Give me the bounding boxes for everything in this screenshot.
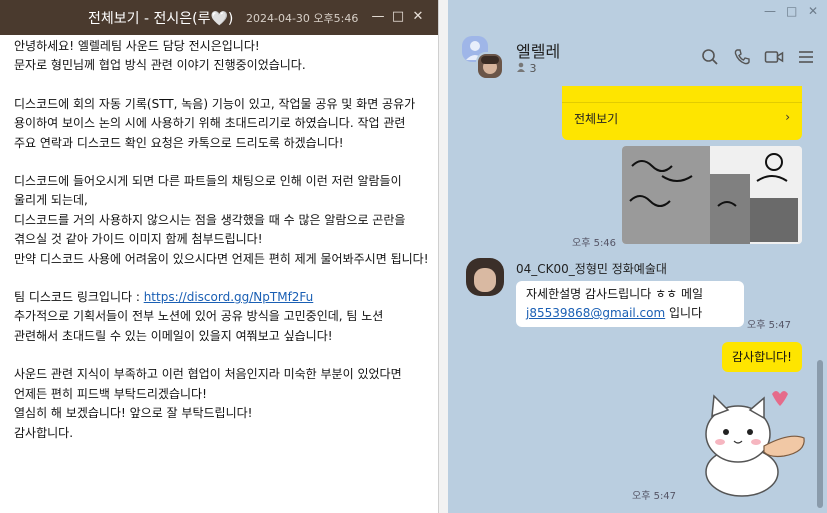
member-count-value: 3 — [529, 62, 537, 75]
chat-close-button[interactable]: ✕ — [808, 4, 818, 18]
avatar-member — [476, 52, 504, 80]
chat-window: — □ ✕ 엘렐레 3 전체보기 › 오후 5:46 04_CK00_정형민 정… — [448, 0, 827, 513]
window-divider — [438, 0, 448, 513]
view-all-button[interactable]: 전체보기 — [574, 110, 618, 127]
discord-link[interactable]: https://discord.gg/NpTMf2Fu — [144, 290, 314, 304]
chevron-right-icon: › — [785, 110, 790, 124]
paragraph-alarm-guide: 디스코드에 들어오시게 되면 다른 파트들의 채팅으로 인해 이런 저런 알람들… — [14, 174, 429, 266]
maximize-button[interactable]: □ — [390, 8, 406, 26]
search-icon[interactable] — [700, 48, 720, 68]
message-viewer-window: 전체보기 - 전시은(루🤍) 2024-04-30 오후5:46 — □ ✕ 안… — [0, 0, 438, 513]
title-bar[interactable]: 전체보기 - 전시은(루🤍) 2024-04-30 오후5:46 — □ ✕ — [0, 0, 438, 35]
image-attachment[interactable] — [622, 146, 802, 244]
room-avatar[interactable] — [462, 36, 506, 80]
long-message-card[interactable]: 전체보기 › — [562, 86, 802, 140]
message-body: 안녕하세요! 엘렐레팀 사운드 담당 전시은입니다! 문자로 형민님께 협업 방… — [14, 37, 430, 443]
email-link[interactable]: j85539868@gmail.com — [526, 306, 665, 320]
card-separator — [562, 102, 802, 103]
incoming-time: 오후 5:47 — [747, 320, 792, 331]
image-time: 오후 5:46 — [572, 238, 617, 249]
room-name: 엘렐레 — [516, 42, 561, 61]
link-prefix: 팀 디스코드 링크입니다 : — [14, 290, 144, 305]
chat-minimize-button[interactable]: — — [764, 4, 776, 18]
message-timestamp: 2024-04-30 오후5:46 — [246, 12, 359, 25]
minimize-button[interactable]: — — [370, 8, 386, 26]
phone-icon[interactable] — [732, 48, 752, 68]
guide-image-scribbles — [629, 153, 788, 207]
sender-name: 04_CK00_정형민 정화예술대 — [516, 262, 667, 276]
paragraph-discord-purpose: 디스코드에 회의 자동 기록(STT, 녹음) 기능이 있고, 작업물 공유 및… — [14, 96, 420, 150]
paragraph-link: 팀 디스코드 링크입니다 : https://discord.gg/NpTMf2… — [14, 288, 430, 307]
incoming-text: 자세한설명 감사드립니다 ㅎㅎ 메일 — [526, 287, 704, 301]
chat-header: 엘렐레 3 — [448, 30, 827, 86]
menu-icon[interactable] — [796, 48, 816, 68]
video-icon[interactable] — [764, 48, 784, 68]
person-icon — [517, 62, 525, 72]
paragraph-greeting: 안녕하세요! 엘렐레팀 사운드 담당 전시은입니다! 문자로 형민님께 협업 방… — [14, 39, 306, 73]
chat-maximize-button[interactable]: □ — [786, 4, 797, 18]
sender-avatar[interactable] — [466, 258, 504, 296]
paragraph-closing: 사운드 관련 지식이 부족하고 이런 협업이 처음인지라 미숙한 부분이 있었다… — [14, 367, 402, 440]
chat-title-bar[interactable]: — □ ✕ — [448, 0, 827, 30]
paragraph-notion: 추가적으로 기획서들이 전부 노션에 있어 공유 방식을 고민중인데, 팀 노션… — [14, 309, 388, 343]
outgoing-message[interactable]: 감사합니다! — [722, 342, 802, 372]
close-button[interactable]: ✕ — [410, 8, 426, 26]
incoming-text-end: 입니다 — [665, 306, 703, 320]
chat-scrollbar[interactable] — [817, 360, 823, 508]
incoming-message[interactable]: 자세한설명 감사드립니다 ㅎㅎ 메일 j85539868@gmail.com 입… — [516, 281, 744, 327]
sticker-time: 오후 5:47 — [632, 491, 677, 502]
member-count: 3 — [516, 62, 537, 75]
cat-sticker[interactable] — [694, 386, 814, 498]
window-title: 전체보기 - 전시은(루🤍) — [88, 11, 234, 27]
